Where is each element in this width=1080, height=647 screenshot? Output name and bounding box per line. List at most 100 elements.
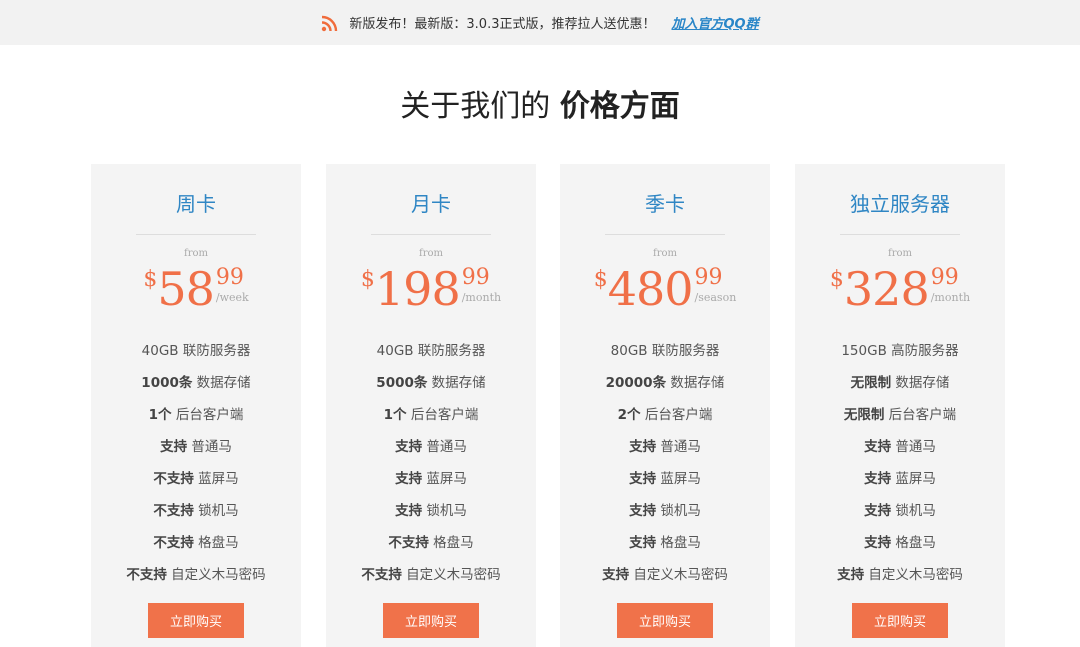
feature-list: 40GB 联防服务器 1000条 数据存储 1个 后台客户端 支持 普通马 不支持 蓝屏… — [126, 335, 265, 591]
feature-item: 2个 后台客户端 — [618, 399, 713, 431]
feature-item: 支持 格盘马 — [629, 527, 701, 559]
feature-text: 蓝屏马 — [422, 471, 467, 487]
feature-text: 自定义木马密码 — [401, 567, 501, 583]
feature-highlight: 支持 — [629, 471, 657, 487]
price-amount: 58 — [157, 262, 215, 316]
feature-item: 1个 后台客户端 — [149, 399, 244, 431]
feature-highlight: 支持 — [864, 535, 892, 551]
feature-highlight: 1个 — [148, 407, 172, 423]
feature-highlight: 不支持 — [388, 535, 429, 551]
divider — [605, 234, 725, 235]
feature-text: 锁机马 — [891, 503, 936, 519]
buy-now-button[interactable]: 立即购买 — [148, 603, 244, 638]
feature-item: 40GB 联防服务器 — [377, 335, 486, 367]
feature-highlight: 不支持 — [153, 471, 194, 487]
feature-item: 不支持 锁机马 — [153, 495, 238, 527]
price-cents: 99 — [215, 265, 244, 290]
price-period: /month — [461, 291, 502, 304]
feature-highlight: 支持 — [629, 439, 657, 455]
price-period: /week — [215, 291, 249, 304]
price-from-label: from — [184, 248, 208, 259]
feature-list: 80GB 联防服务器 20000条 数据存储 2个 后台客户端 支持 普通马 支持 蓝屏… — [602, 335, 728, 591]
feature-text: 40GB 联防服务器 — [376, 343, 486, 359]
feature-item: 不支持 格盘马 — [388, 527, 473, 559]
feature-text: 蓝屏马 — [193, 471, 239, 487]
feature-text: 普通马 — [656, 439, 701, 455]
feature-text: 数据存储 — [666, 375, 725, 391]
plan-name: 独立服务器 — [850, 192, 950, 216]
pricing-card: 独立服务器 from $ 328 99 /month 150GB 高防服务器 无限制… — [795, 164, 1005, 647]
feature-highlight: 无限制 — [843, 407, 885, 423]
feature-highlight: 支持 — [864, 439, 892, 455]
feature-item: 支持 自定义木马密码 — [837, 559, 963, 591]
feature-item: 80GB 联防服务器 — [611, 335, 720, 367]
currency-symbol: $ — [829, 267, 844, 292]
feature-highlight: 1个 — [383, 407, 407, 423]
feature-text: 普通马 — [891, 439, 936, 455]
feature-item: 不支持 自定义木马密码 — [126, 559, 265, 591]
pricing-card: 周卡 from $ 58 99 /week 40GB 联防服务器 1000条 数据存… — [91, 164, 301, 647]
feature-text: 数据存储 — [891, 375, 950, 391]
plan-name: 季卡 — [645, 192, 685, 216]
feature-text: 格盘马 — [891, 535, 936, 551]
price-from-label: from — [653, 248, 677, 259]
join-qq-group-link[interactable]: 加入官方QQ群 — [671, 13, 758, 32]
announcement-bar: 新版发布！最新版：3.0.3正式版，推荐拉人送优惠！ 加入官方QQ群 — [0, 0, 1080, 45]
title-normal: 关于我们的 — [400, 89, 560, 124]
feature-text: 格盘马 — [428, 535, 474, 551]
feature-highlight: 2个 — [617, 407, 641, 423]
feature-text: 后台客户端 — [884, 407, 957, 423]
feature-text: 锁机马 — [422, 503, 467, 519]
feature-item: 不支持 自定义木马密码 — [361, 559, 500, 591]
buy-now-button[interactable]: 立即购买 — [617, 603, 713, 638]
page-title: 关于我们的 价格方面 — [0, 45, 1080, 151]
feature-item: 无限制 后台客户端 — [844, 399, 956, 431]
title-bold: 价格方面 — [559, 89, 680, 124]
feature-item: 支持 蓝屏马 — [629, 463, 701, 495]
price-amount: 328 — [843, 262, 930, 316]
currency-symbol: $ — [143, 267, 158, 292]
feature-text: 蓝屏马 — [656, 471, 701, 487]
feature-text: 普通马 — [187, 439, 232, 455]
feature-list: 150GB 高防服务器 无限制 数据存储 无限制 后台客户端 支持 普通马 支持 蓝屏马… — [837, 335, 963, 591]
pricing-card: 季卡 from $ 480 99 /season 80GB 联防服务器 20000条… — [560, 164, 770, 647]
feature-item: 40GB 联防服务器 — [142, 335, 251, 367]
feature-highlight: 支持 — [629, 535, 657, 551]
feature-text: 普通马 — [422, 439, 467, 455]
announcement-text: 新版发布！最新版：3.0.3正式版，推荐拉人送优惠！ — [349, 17, 656, 32]
rss-icon — [321, 14, 339, 32]
price-amount: 198 — [374, 262, 461, 316]
pricing-card: 月卡 from $ 198 99 /month 40GB 联防服务器 5000条 数… — [326, 164, 536, 647]
feature-item: 支持 锁机马 — [395, 495, 467, 527]
price-cents: 99 — [694, 265, 723, 290]
feature-item: 支持 锁机马 — [864, 495, 936, 527]
feature-text: 格盘马 — [656, 535, 701, 551]
feature-highlight: 支持 — [864, 471, 892, 487]
feature-text: 后台客户端 — [171, 407, 244, 423]
feature-highlight: 支持 — [395, 439, 423, 455]
divider — [371, 234, 491, 235]
feature-highlight: 不支持 — [361, 567, 402, 583]
feature-item: 不支持 格盘马 — [153, 527, 238, 559]
plan-name: 周卡 — [176, 192, 216, 216]
buy-now-button[interactable]: 立即购买 — [852, 603, 948, 638]
buy-now-button[interactable]: 立即购买 — [383, 603, 479, 638]
plan-price: $ 480 99 /season — [594, 265, 737, 317]
price-from-label: from — [888, 248, 912, 259]
currency-symbol: $ — [360, 267, 375, 292]
price-cents: 99 — [930, 265, 959, 290]
feature-item: 150GB 高防服务器 — [841, 335, 958, 367]
price-cents: 99 — [461, 265, 490, 290]
feature-item: 支持 蓝屏马 — [864, 463, 936, 495]
feature-item: 支持 自定义木马密码 — [602, 559, 728, 591]
feature-item: 5000条 数据存储 — [376, 367, 485, 399]
feature-text: 40GB 联防服务器 — [141, 343, 251, 359]
divider — [840, 234, 960, 235]
feature-item: 不支持 蓝屏马 — [153, 463, 238, 495]
plan-price: $ 198 99 /month — [361, 265, 501, 317]
feature-text: 锁机马 — [656, 503, 701, 519]
feature-item: 支持 普通马 — [864, 431, 936, 463]
feature-text: 自定义木马密码 — [864, 567, 963, 583]
feature-item: 支持 蓝屏马 — [395, 463, 467, 495]
feature-highlight: 支持 — [395, 503, 423, 519]
